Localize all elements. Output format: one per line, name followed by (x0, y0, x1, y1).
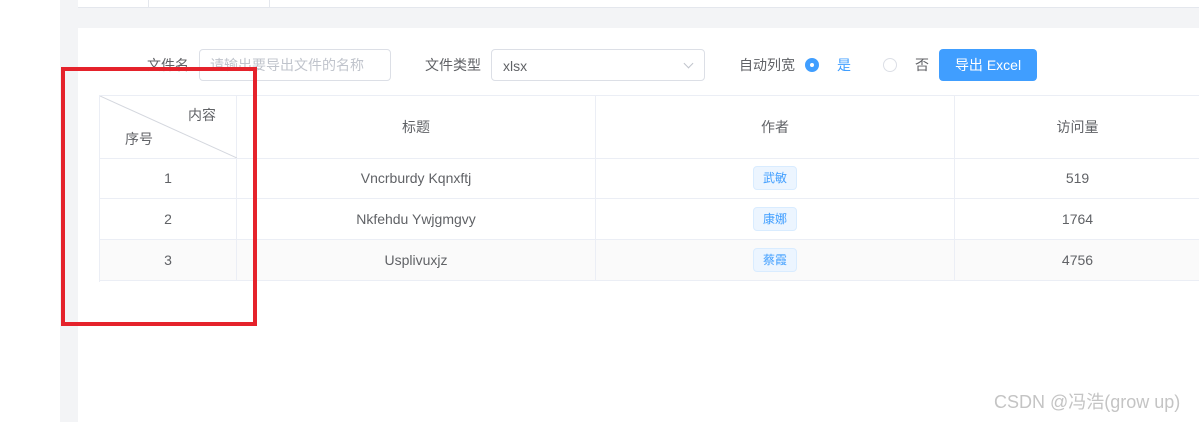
filetype-select[interactable]: xlsx (491, 49, 705, 81)
radio-no-label[interactable]: 否 (915, 55, 929, 75)
cell-views: 519 (1065, 170, 1090, 186)
cell-author: 武敏 (596, 158, 955, 198)
radio-yes-label[interactable]: 是 (837, 55, 851, 75)
export-excel-button[interactable]: 导出 Excel (939, 49, 1037, 81)
author-tag: 蔡霞 (752, 248, 797, 272)
radio-yes[interactable] (805, 58, 819, 72)
table-row: 1 Vncrburdy Kqnxftj 武敏 519 (100, 158, 1199, 199)
cell-author: 蔡霞 (596, 240, 955, 280)
filetype-value: xlsx (503, 58, 528, 74)
cell-views: 4756 (1061, 252, 1094, 268)
autowidth-label: 自动列宽 (739, 57, 795, 73)
watermark-text: CSDN @冯浩(grow up) (994, 392, 1181, 412)
tab-bar (78, 0, 1199, 8)
tab-2[interactable] (148, 0, 270, 7)
author-tag: 康娜 (752, 207, 797, 231)
data-table: 内容 序号 标题 作者 访问量 1 Vncrburdy Kqnxftj 武敏 5… (99, 95, 1199, 282)
table-header-row: 内容 序号 标题 作者 访问量 (100, 96, 1199, 159)
cell-title: Usplivuxjz (237, 240, 596, 280)
column-header-views: 访问量 (1056, 119, 1099, 135)
cell-title: Vncrburdy Kqnxftj (237, 158, 596, 198)
radio-no[interactable] (883, 58, 897, 72)
annotation-highlight-box (61, 67, 257, 326)
left-gutter (0, 0, 60, 422)
author-tag: 武敏 (752, 166, 797, 190)
table-row: 2 Nkfehdu Ywjgmgvy 康娜 1764 (100, 199, 1199, 240)
column-header-title: 标题 (237, 96, 596, 158)
table-row: 3 Usplivuxjz 蔡霞 4756 (100, 240, 1199, 281)
filetype-label: 文件类型 (425, 57, 481, 73)
tab-1[interactable] (78, 0, 149, 7)
cell-author: 康娜 (596, 199, 955, 239)
column-header-author: 作者 (596, 96, 955, 158)
cell-views: 1764 (1061, 211, 1094, 227)
chevron-down-icon (683, 58, 694, 69)
cell-title: Nkfehdu Ywjgmgvy (237, 199, 596, 239)
